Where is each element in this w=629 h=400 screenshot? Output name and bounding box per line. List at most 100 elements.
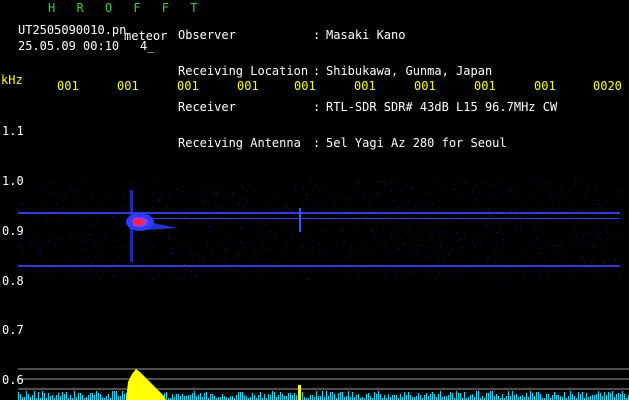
noise-dot [563,241,565,242]
noise-dot [167,234,169,235]
noise-dot [415,239,417,241]
noise-dot [131,186,133,188]
noise-dot [616,236,618,238]
noise-dot [464,256,465,258]
noise-dot [299,232,301,234]
noise-dot [202,248,203,250]
noise-dot [33,216,35,218]
noise-dot [511,208,512,210]
level-bar [426,393,427,400]
level-bar [476,391,477,400]
noise-dot [472,189,474,191]
noise-dot [552,279,554,281]
noise-dot [115,230,117,232]
noise-dot [117,228,119,229]
noise-dot [223,259,225,260]
noise-dot [98,270,100,272]
noise-dot [175,181,177,183]
noise-dot [228,269,230,271]
noise-dot [249,185,251,187]
noise-dot [440,251,442,253]
noise-dot [594,225,596,227]
level-bar [522,395,523,400]
level-bar [80,393,81,400]
noise-dot [493,193,495,195]
noise-dot [238,202,240,204]
noise-dot [103,271,104,273]
noise-dot [385,239,387,241]
noise-dot [561,259,563,261]
noise-dot [579,231,581,233]
noise-dot [47,192,49,194]
noise-dot [597,228,599,230]
info-label-antenna: Receiving Antenna [178,136,301,150]
noise-dot [592,200,594,202]
noise-dot [130,273,132,275]
noise-dot [525,253,527,255]
noise-dot [281,230,283,232]
noise-dot [459,180,461,182]
level-bar [560,396,561,400]
level-bar [526,393,527,400]
noise-dot [511,274,513,276]
level-bar [602,396,603,400]
noise-dot [541,232,543,234]
freq-tick-label: 1.0 [2,174,24,188]
level-bar [408,392,409,400]
noise-dot [121,214,122,216]
noise-dot [539,277,541,279]
level-bar [52,395,53,400]
noise-dot [435,182,437,184]
noise-dot [558,193,560,195]
noise-dot [132,274,134,276]
noise-dot [581,233,583,235]
noise-dot [268,248,270,250]
noise-dot [492,224,494,226]
noise-dot [158,198,160,200]
noise-dot [84,183,86,185]
level-bar [558,395,559,400]
noise-dot [617,243,619,244]
noise-dot [462,255,464,257]
noise-dot [426,240,428,242]
noise-dot [285,276,286,278]
level-bar [204,393,205,400]
level-bar [356,395,357,400]
level-bar [578,392,579,400]
noise-dot [493,233,495,235]
level-bar [278,395,279,400]
noise-dot [398,247,400,249]
noise-dot [150,250,152,252]
noise-dot [242,271,244,273]
noise-dot [224,260,226,262]
noise-dot [440,275,442,276]
noise-dot [471,241,473,243]
level-bar [96,391,97,400]
noise-dot [83,260,85,262]
noise-dot [302,201,304,202]
noise-dot [199,198,201,200]
noise-dot [255,258,257,260]
level-bar [66,392,67,400]
noise-dot [254,253,256,254]
noise-dot [52,182,54,184]
noise-dot [443,186,444,188]
noise-dot [206,243,208,244]
noise-dot [74,190,76,192]
noise-dot [380,238,382,240]
noise-dot [135,237,137,239]
noise-dot [511,197,513,199]
noise-dot [349,199,351,201]
noise-dot [25,193,27,195]
noise-dot [533,182,535,184]
noise-dot [314,184,316,185]
noise-dot [92,262,94,264]
level-bar [488,393,489,400]
level-bar [198,395,199,400]
noise-dot [333,205,335,207]
noise-dot [241,226,243,227]
noise-dot [78,196,80,198]
level-bar [192,393,193,400]
noise-dot [216,191,217,193]
noise-dot [515,267,517,269]
